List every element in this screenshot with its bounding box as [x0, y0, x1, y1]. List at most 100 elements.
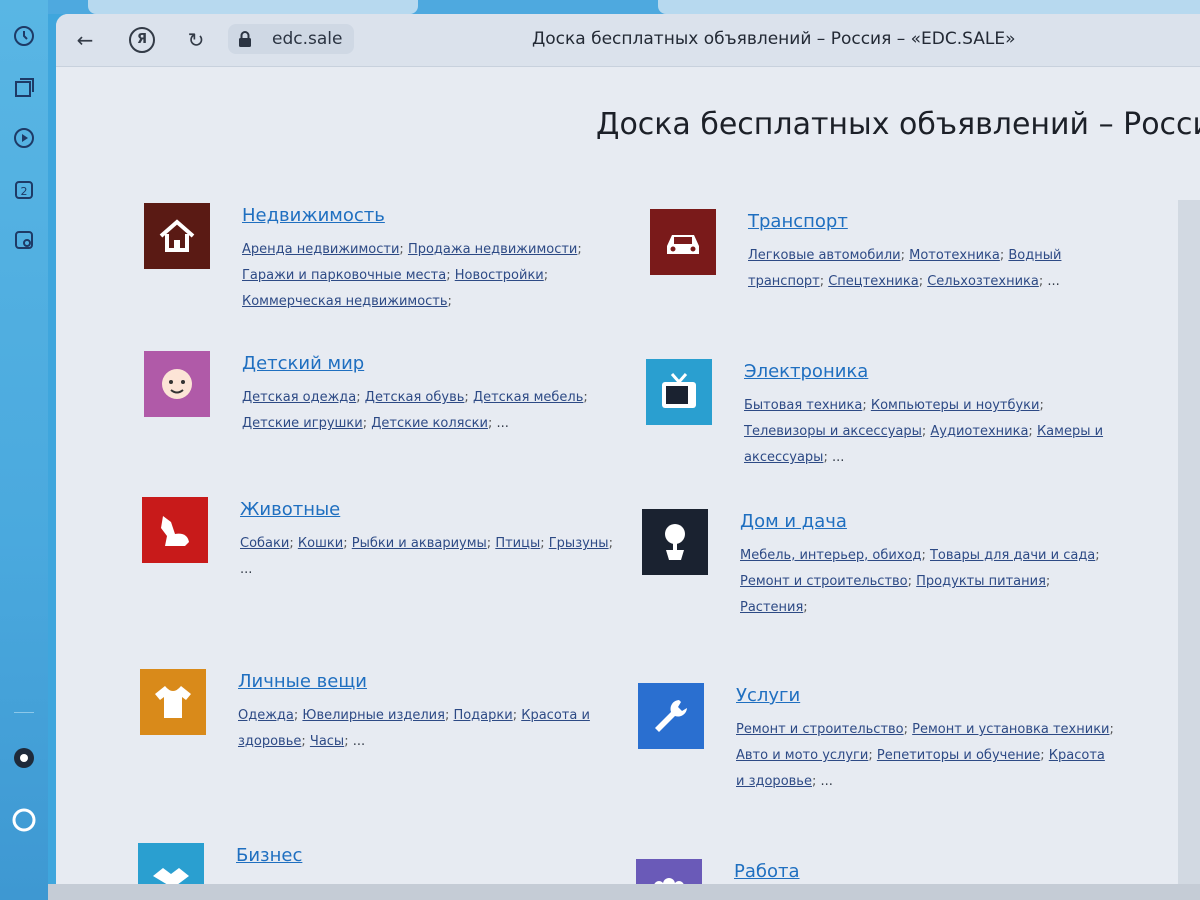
- subcategory-link[interactable]: Часы: [310, 734, 344, 749]
- separator: ;: [1095, 548, 1100, 563]
- category-title-link[interactable]: Электроника: [744, 361, 868, 382]
- category-title-link[interactable]: Транспорт: [748, 211, 848, 232]
- plant-icon[interactable]: [642, 509, 708, 575]
- subcategory-link[interactable]: Мебель, интерьер, обиход: [740, 548, 921, 563]
- separator: ;: [1040, 748, 1049, 763]
- subcategory-link[interactable]: Новостройки: [455, 268, 544, 283]
- plus-icon[interactable]: [14, 712, 34, 713]
- separator: ;: [921, 548, 930, 563]
- subcategory-link[interactable]: Собаки: [240, 536, 289, 551]
- category-title-link[interactable]: Детский мир: [242, 353, 364, 374]
- subcategory-link[interactable]: Птицы: [495, 536, 540, 551]
- category-title-link[interactable]: Недвижимость: [242, 205, 385, 226]
- more-ellipsis: ...: [496, 416, 509, 431]
- subcategory-link[interactable]: Спецтехника: [828, 274, 918, 289]
- alice-icon[interactable]: [11, 808, 37, 834]
- handshake-icon[interactable]: [138, 843, 204, 884]
- more-ellipsis: ...: [820, 774, 833, 789]
- subcategory-link[interactable]: Легковые автомобили: [748, 248, 901, 263]
- category-title-link[interactable]: Дом и дача: [740, 511, 847, 532]
- tab-inactive[interactable]: [88, 0, 418, 14]
- collections-icon[interactable]: [11, 76, 37, 102]
- separator: ;: [868, 748, 877, 763]
- separator: ;: [1039, 398, 1044, 413]
- subcategory-link[interactable]: Продукты питания: [916, 574, 1046, 589]
- separator: ;: [900, 248, 910, 263]
- separator: ;: [583, 390, 588, 405]
- history-icon[interactable]: [11, 24, 37, 50]
- subcategory-link[interactable]: Детские коляски: [371, 416, 488, 431]
- subcategory-link[interactable]: Ремонт и строительство: [740, 574, 908, 589]
- subcategory-link[interactable]: Авто и мото услуги: [736, 748, 868, 763]
- tv-icon[interactable]: [646, 359, 712, 425]
- wrench-icon[interactable]: [638, 683, 704, 749]
- separator: ;: [356, 390, 365, 405]
- category-title-link[interactable]: Бизнес: [236, 845, 302, 866]
- baby-icon[interactable]: [144, 351, 210, 417]
- separator: ;: [1028, 424, 1037, 439]
- subcategory-link[interactable]: Ремонт и установка техники: [912, 722, 1109, 737]
- subcategory-list: Легковые автомобили; Мототехника; Водный…: [748, 243, 1128, 295]
- zen-icon[interactable]: 2: [11, 178, 37, 204]
- people-icon[interactable]: [636, 859, 702, 884]
- subcategory-link[interactable]: Одежда: [238, 708, 294, 723]
- subcategory-link[interactable]: Сельхозтехника: [927, 274, 1039, 289]
- subcategory-link[interactable]: Детская обувь: [365, 390, 465, 405]
- separator: ;: [608, 536, 613, 551]
- category-title-link[interactable]: Услуги: [736, 685, 800, 706]
- subcategory-link[interactable]: Товары для дачи и сада: [930, 548, 1095, 563]
- subcategory-link[interactable]: Компьютеры и ноутбуки: [871, 398, 1040, 413]
- settings-icon[interactable]: [11, 746, 37, 772]
- subcategory-link[interactable]: Продажа недвижимости: [408, 242, 577, 257]
- subcategory-link[interactable]: Детская одежда: [242, 390, 356, 405]
- subcategory-link[interactable]: Гаражи и парковочные места: [242, 268, 446, 283]
- subcategory-list: Детская одежда; Детская обувь; Детская м…: [242, 385, 622, 437]
- reload-button[interactable]: ↻: [182, 26, 210, 54]
- subcategory-link[interactable]: Телевизоры и аксессуары: [744, 424, 922, 439]
- subcategory-link[interactable]: Детские игрушки: [242, 416, 363, 431]
- subcategory-link[interactable]: Аренда недвижимости: [242, 242, 399, 257]
- category-title-link[interactable]: Животные: [240, 499, 340, 520]
- subcategory-link[interactable]: Детская мебель: [473, 390, 583, 405]
- house-icon[interactable]: [144, 203, 210, 269]
- separator: ;: [301, 734, 310, 749]
- video-icon[interactable]: [11, 126, 37, 152]
- subcategory-link[interactable]: Репетиторы и обучение: [877, 748, 1040, 763]
- category-title-link[interactable]: Личные вещи: [238, 671, 367, 692]
- separator: ;: [543, 268, 549, 283]
- page-content: Доска бесплатных объявлений – Россия Нед…: [56, 67, 1200, 884]
- separator: ;: [862, 398, 871, 413]
- subcategory-link[interactable]: Аудиотехника: [930, 424, 1028, 439]
- subcategory-link[interactable]: Кошки: [298, 536, 343, 551]
- more-ellipsis: ...: [240, 562, 253, 577]
- category-title-link[interactable]: Работа: [734, 861, 800, 882]
- subcategory-link[interactable]: Коммерческая недвижимость: [242, 294, 448, 309]
- yandex-icon[interactable]: Я: [129, 27, 155, 53]
- subcategory-link[interactable]: Грызуны: [549, 536, 609, 551]
- subcategory-list: Аренда недвижимости; Продажа недвижимост…: [242, 237, 622, 315]
- subcategory-link[interactable]: Бытовая техника: [744, 398, 862, 413]
- tab-title: Доска бесплатных объявлений – Россия – «…: [532, 29, 1016, 49]
- back-button[interactable]: ←: [71, 26, 99, 54]
- subcategory-link[interactable]: Ювелирные изделия: [302, 708, 445, 723]
- url-field[interactable]: edc.sale: [228, 24, 354, 54]
- taskbar-edge: [48, 884, 1200, 900]
- separator: ;: [446, 268, 455, 283]
- tab-active[interactable]: [658, 0, 1200, 14]
- separator: ;: [344, 734, 353, 749]
- shirt-icon[interactable]: [140, 669, 206, 735]
- car-icon[interactable]: [650, 209, 716, 275]
- screenshot-icon[interactable]: [11, 228, 37, 254]
- subcategory-link[interactable]: Подарки: [453, 708, 512, 723]
- subcategory-link[interactable]: Ремонт и строительство: [736, 722, 904, 737]
- subcategory-link[interactable]: Мототехника: [909, 248, 1000, 263]
- separator: ;: [464, 390, 473, 405]
- subcategory-link[interactable]: Рыбки и аквариумы: [352, 536, 487, 551]
- separator: ;: [343, 536, 352, 551]
- dog-icon[interactable]: [142, 497, 208, 563]
- separator: ;: [907, 574, 917, 589]
- right-panel-edge: [1178, 200, 1200, 890]
- subcategory-link[interactable]: Растения: [740, 600, 803, 615]
- separator: ;: [918, 274, 928, 289]
- subcategory-list: Ремонт и строительство; Ремонт и установ…: [736, 717, 1116, 795]
